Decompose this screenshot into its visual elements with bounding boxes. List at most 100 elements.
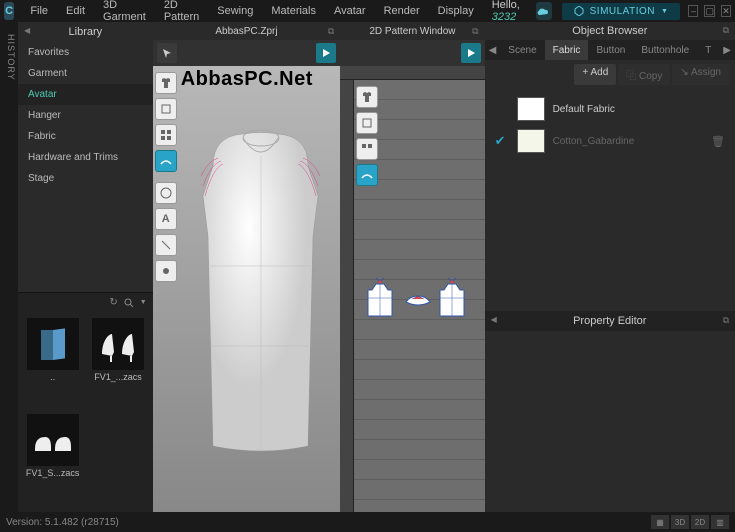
watermark: AbbasPC.Net <box>181 68 313 91</box>
3dtool-b[interactable] <box>155 234 177 256</box>
maximize-button[interactable]: ▢ <box>704 5 715 17</box>
collapse-icon[interactable]: ◀ <box>24 26 30 35</box>
library-list: Favorites Garment Avatar Hanger Fabric H… <box>18 42 153 189</box>
lib-item-hanger[interactable]: Hanger <box>18 105 153 126</box>
side-tabs: HISTORY MODULAR CONFIGURATOR <box>0 22 18 512</box>
menu-sewing[interactable]: Sewing <box>209 2 261 20</box>
view-mode-grid[interactable]: ▦ <box>651 515 669 529</box>
property-editor-title: ◀ Property Editor ⧉ <box>485 311 735 331</box>
lib-item-favorites[interactable]: Favorites <box>18 42 153 63</box>
simulation-button[interactable]: SIMULATION ▼ <box>562 3 681 20</box>
folder-icon <box>27 318 79 370</box>
3dtool-circle[interactable] <box>155 182 177 204</box>
tab-button[interactable]: Button <box>588 40 633 60</box>
close-button[interactable]: ✕ <box>721 5 731 17</box>
menu-render[interactable]: Render <box>376 2 428 20</box>
file-item-parent[interactable]: .. <box>22 318 83 410</box>
menu-file[interactable]: File <box>22 2 56 20</box>
library-toolbar: ↻ ▼ <box>18 292 153 312</box>
tool-cursor[interactable] <box>157 43 177 63</box>
chevron-down-icon: ▼ <box>661 8 668 15</box>
sneakers-icon <box>27 414 79 466</box>
2d-canvas[interactable] <box>354 80 484 512</box>
fabric-swatch <box>517 129 545 153</box>
tabs-scroll-left[interactable]: ◀ <box>485 40 501 60</box>
cloud-button[interactable] <box>536 2 552 20</box>
tab-t[interactable]: T <box>697 40 719 60</box>
library-files: .. FV1_...zacs FV1_S...zacs <box>18 312 153 512</box>
3d-toolbar <box>153 40 341 66</box>
tool-play[interactable] <box>316 43 336 63</box>
refresh-icon[interactable]: ↻ <box>109 297 117 308</box>
2d-viewport: 2D Pattern Window ⧉ <box>340 22 484 512</box>
library-title: ◀ Library <box>18 22 153 42</box>
tab-fabric[interactable]: Fabric <box>545 40 589 60</box>
lib-item-fabric[interactable]: Fabric <box>18 126 153 147</box>
fabric-swatch <box>517 97 545 121</box>
lib-item-garment[interactable]: Garment <box>18 63 153 84</box>
sidetab-history[interactable]: HISTORY <box>4 30 18 512</box>
2dtool-grid[interactable] <box>356 138 378 160</box>
right-panel: Object Browser ⧉ ◀ Scene Fabric Button B… <box>485 22 735 512</box>
menu-bar: C File Edit 3D Garment 2D Pattern Sewing… <box>0 0 735 22</box>
collapse-icon[interactable]: ◀ <box>491 315 497 324</box>
2dtool-measure[interactable] <box>356 112 378 134</box>
3dtool-c[interactable] <box>155 260 177 282</box>
copy-button[interactable]: ⿻ Copy <box>618 64 670 85</box>
search-icon[interactable] <box>124 298 134 308</box>
tabs-scroll-right[interactable]: ▶ <box>719 40 735 60</box>
status-bar: Version: 5.1.482 (r28715) ▦ 3D 2D ▥ <box>0 512 735 532</box>
popout-icon[interactable]: ⧉ <box>723 25 729 36</box>
fabric-list: Default Fabric ✔ Cotton_Gabardine 🗑 <box>485 89 735 161</box>
3dtool-grid[interactable] <box>155 124 177 146</box>
chevron-down-icon[interactable]: ▼ <box>140 299 147 306</box>
object-browser-actions: + Add ⿻ Copy ↘ Assign <box>485 60 735 89</box>
check-icon: ✔ <box>495 133 509 149</box>
popout-icon[interactable]: ⧉ <box>328 26 334 37</box>
3dtool-measure[interactable] <box>155 98 177 120</box>
fabric-item-gabardine[interactable]: ✔ Cotton_Gabardine 🗑 <box>489 125 731 157</box>
assign-button[interactable]: ↘ Assign <box>672 64 729 85</box>
menu-display[interactable]: Display <box>430 2 482 20</box>
3d-viewport-title: AbbasPC.Zprj ⧉ <box>153 22 341 40</box>
menu-avatar[interactable]: Avatar <box>326 2 374 20</box>
fabric-item-default[interactable]: Default Fabric <box>489 93 731 125</box>
menu-materials[interactable]: Materials <box>263 2 324 20</box>
ruler-vertical <box>340 80 354 512</box>
object-browser-title: Object Browser ⧉ <box>485 22 735 40</box>
property-editor-body <box>485 331 735 512</box>
3d-canvas[interactable]: AbbasPC.Net A <box>153 66 341 512</box>
file-item-sneakers[interactable]: FV1_S...zacs <box>22 414 83 506</box>
3d-viewport: AbbasPC.Zprj ⧉ AbbasPC.Net A <box>153 22 341 512</box>
2dtool-shirt[interactable] <box>356 86 378 108</box>
library-panel: ◀ Library Favorites Garment Avatar Hange… <box>18 22 153 512</box>
add-button[interactable]: + Add <box>574 64 616 85</box>
2dtool-surface[interactable] <box>356 164 378 186</box>
version-label: Version: 5.1.482 (r28715) <box>6 517 119 528</box>
tool-play-2d[interactable] <box>461 43 481 63</box>
file-item-heels[interactable]: FV1_...zacs <box>87 318 148 410</box>
2d-toolbar <box>340 40 484 66</box>
view-mode-right[interactable]: ▥ <box>711 515 729 529</box>
popout-icon[interactable]: ⧉ <box>723 315 729 326</box>
object-browser-tabs: ◀ Scene Fabric Button Buttonhole T ▶ <box>485 40 735 60</box>
lib-item-avatar[interactable]: Avatar <box>18 84 153 105</box>
minimize-button[interactable]: – <box>688 5 698 17</box>
tab-scene[interactable]: Scene <box>500 40 544 60</box>
view-mode-2d[interactable]: 2D <box>691 515 709 529</box>
lib-item-stage[interactable]: Stage <box>18 168 153 189</box>
view-mode-3d[interactable]: 3D <box>671 515 689 529</box>
3dtool-a[interactable]: A <box>155 208 177 230</box>
lib-item-hardware[interactable]: Hardware and Trims <box>18 147 153 168</box>
ruler-horizontal <box>340 66 484 80</box>
trash-icon[interactable]: 🗑 <box>711 135 725 148</box>
3dtool-surface[interactable] <box>155 150 177 172</box>
menu-edit[interactable]: Edit <box>58 2 93 20</box>
3dtool-shirt[interactable] <box>155 72 177 94</box>
2d-viewport-title: 2D Pattern Window ⧉ <box>340 22 484 40</box>
tab-buttonhole[interactable]: Buttonhole <box>633 40 697 60</box>
heels-icon <box>92 318 144 370</box>
app-logo: C <box>4 2 14 20</box>
popout-icon[interactable]: ⧉ <box>472 26 478 37</box>
greeting: Hello, 3232 <box>492 0 524 23</box>
